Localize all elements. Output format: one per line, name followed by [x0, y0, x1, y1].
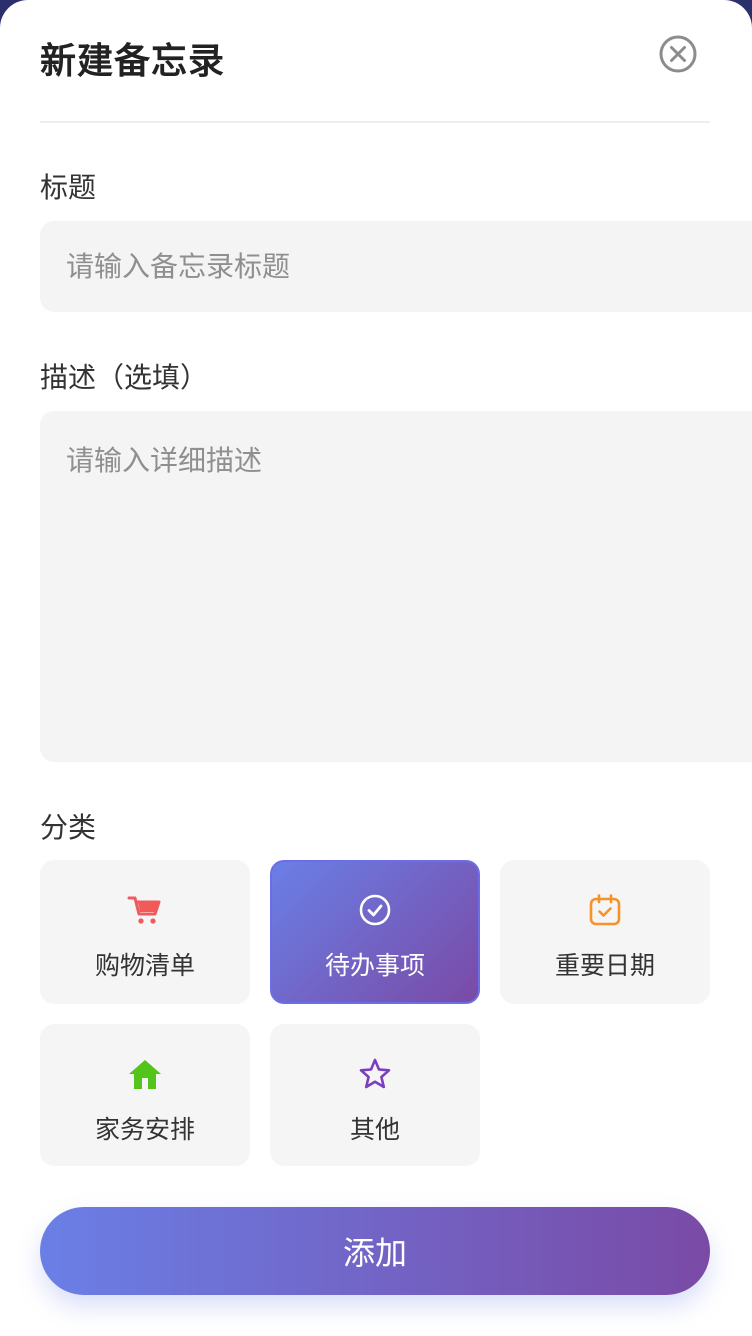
screen: 新建备忘录 标题 描述（选填） 分类 购物清单: [0, 0, 752, 1336]
home-icon: [129, 1060, 161, 1089]
description-textarea[interactable]: [40, 411, 752, 762]
category-label-shopping: 购物清单: [94, 951, 195, 980]
category-label-housework: 家务安排: [94, 1115, 195, 1144]
category-other[interactable]: 其他: [270, 1024, 480, 1166]
category-housework[interactable]: 家务安排: [40, 1024, 250, 1166]
close-circle-icon: [659, 35, 697, 73]
new-memo-modal: 新建备忘录 标题 描述（选填） 分类 购物清单: [0, 0, 752, 1336]
calendar-check-icon: [589, 894, 621, 926]
category-label: 分类: [40, 811, 97, 844]
title-label: 标题: [40, 171, 97, 204]
category-important-date[interactable]: 重要日期: [500, 860, 710, 1004]
star-icon: [359, 1058, 391, 1089]
category-label-other: 其他: [349, 1115, 400, 1144]
description-label: 描述（选填）: [40, 361, 209, 394]
title-input[interactable]: [40, 221, 752, 312]
close-button[interactable]: [658, 34, 698, 74]
category-label-important-date: 重要日期: [554, 951, 655, 980]
add-button[interactable]: 添加: [40, 1207, 710, 1295]
header-divider: [40, 121, 710, 123]
cart-icon: [127, 896, 161, 924]
category-shopping[interactable]: 购物清单: [40, 860, 250, 1004]
modal-title: 新建备忘录: [40, 41, 226, 82]
check-circle-icon: [359, 894, 391, 926]
category-label-todo: 待办事项: [324, 951, 425, 980]
category-todo[interactable]: 待办事项: [270, 860, 480, 1004]
